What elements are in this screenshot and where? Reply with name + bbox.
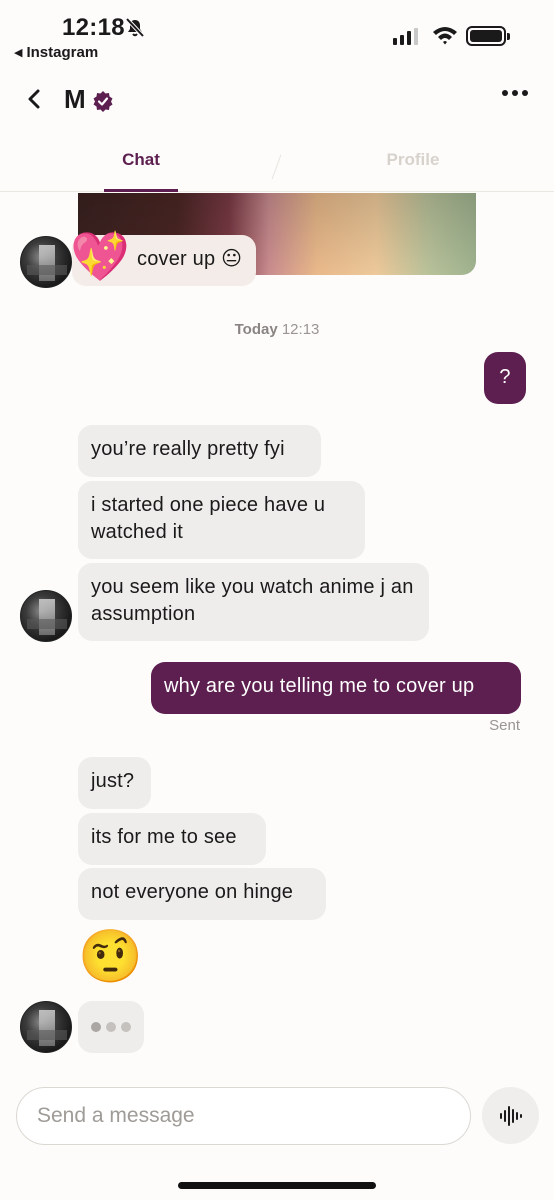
chat-header: M xyxy=(0,70,554,130)
reply-text: cover up xyxy=(137,248,216,270)
raised-eyebrow-emoji[interactable]: 🤨 xyxy=(78,929,143,985)
chevron-left-icon xyxy=(28,89,40,109)
tab-bar: Chat Profile xyxy=(0,130,554,192)
wifi-icon xyxy=(432,25,458,50)
avatar[interactable] xyxy=(20,236,72,288)
active-tab-indicator xyxy=(104,189,178,192)
outgoing-message[interactable]: ? xyxy=(484,352,526,404)
neutral-face-emoji: 😐 xyxy=(221,248,243,270)
incoming-message[interactable]: its for me to see xyxy=(78,813,266,865)
cellular-signal-icon xyxy=(393,28,418,45)
back-triangle-icon: ◀ xyxy=(14,47,23,59)
avatar[interactable] xyxy=(20,1001,72,1053)
avatar[interactable] xyxy=(20,590,72,642)
timestamp: Today 12:13 xyxy=(0,321,554,338)
incoming-message[interactable]: you’re really pretty fyi xyxy=(78,425,321,477)
voice-message-button[interactable] xyxy=(482,1087,539,1144)
outgoing-message[interactable]: why are you telling me to cover up xyxy=(151,662,521,714)
timestamp-time: 12:13 xyxy=(281,321,320,338)
tab-divider xyxy=(271,154,282,180)
incoming-message[interactable]: just? xyxy=(78,757,151,809)
more-options-icon[interactable] xyxy=(502,90,528,96)
sparkling-heart-emoji: 💖 xyxy=(70,231,130,284)
back-to-app[interactable]: ◀ Instagram xyxy=(14,44,98,61)
home-indicator[interactable] xyxy=(178,1182,376,1189)
typing-indicator xyxy=(78,1001,144,1053)
message-input[interactable] xyxy=(17,1088,470,1144)
incoming-message[interactable]: not everyone on hinge xyxy=(78,868,326,920)
tab-chat[interactable]: Chat xyxy=(104,150,178,170)
back-app-label: Instagram xyxy=(26,44,99,61)
incoming-message[interactable]: you seem like you watch anime j an assum… xyxy=(78,563,429,641)
waveform-icon xyxy=(499,1105,522,1126)
back-button[interactable] xyxy=(20,84,48,114)
verified-badge-icon xyxy=(92,90,114,117)
bell-off-icon xyxy=(124,17,146,44)
tab-profile[interactable]: Profile xyxy=(376,150,450,170)
timestamp-day: Today xyxy=(234,321,278,338)
incoming-message[interactable]: i started one piece have u watched it xyxy=(78,481,365,559)
message-composer xyxy=(16,1087,471,1145)
battery-icon xyxy=(466,26,510,46)
status-bar: 12:18 ◀ Instagram xyxy=(0,0,554,70)
sent-status: Sent xyxy=(489,717,520,734)
status-time: 12:18 xyxy=(62,14,125,41)
contact-name[interactable]: M xyxy=(64,84,86,115)
message-list[interactable]: cover up 😐 💖 Today 12:13 ? you’re really… xyxy=(0,193,554,1073)
